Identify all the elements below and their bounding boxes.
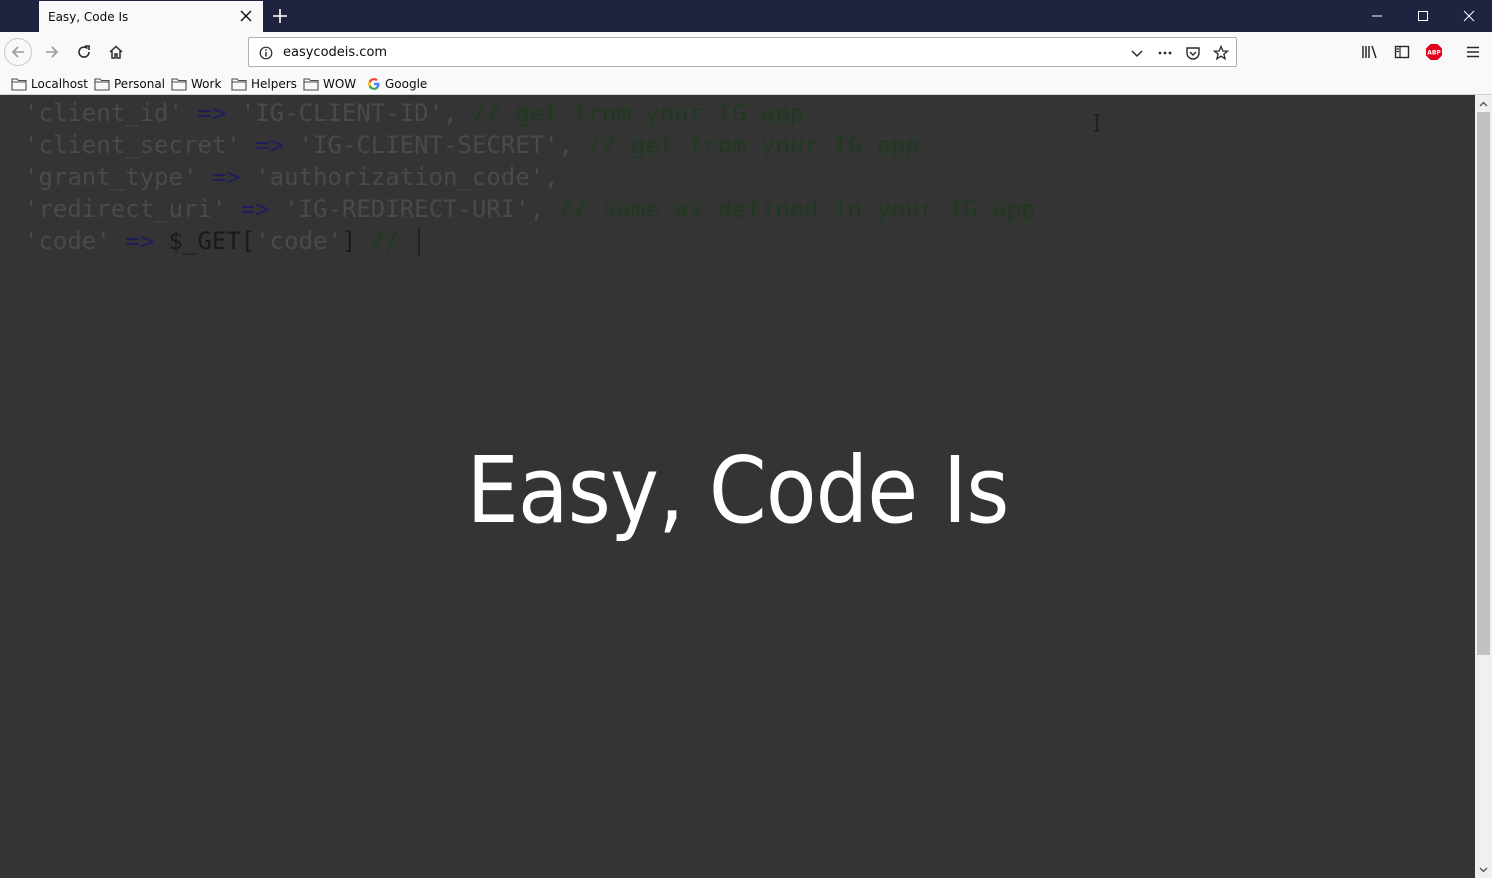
code-line: 'client_id' => 'IG-CLIENT-ID', // get fr… (24, 97, 1035, 129)
code-token: 'IG-REDIRECT-URI' (284, 195, 530, 223)
sidebar-icon[interactable] (1388, 38, 1416, 66)
code-token: => (226, 195, 285, 223)
code-token: 'client_id' (24, 99, 183, 127)
scroll-down-icon[interactable] (1475, 861, 1492, 878)
bookmark-google[interactable]: Google (367, 76, 427, 92)
code-token: 'code' (24, 227, 111, 255)
vertical-scrollbar[interactable] (1475, 95, 1492, 878)
text-cursor-icon (1092, 114, 1102, 132)
typing-caret (418, 228, 421, 256)
new-tab-icon[interactable] (270, 6, 290, 26)
code-token: 'authorization_code' (255, 163, 545, 191)
code-token: => (240, 131, 299, 159)
code-token: // get from your IG app (457, 99, 805, 127)
folder-icon (303, 78, 319, 91)
code-token: 'redirect_uri' (24, 195, 227, 223)
code-line: 'code' => $_GET['code'] // (24, 225, 1035, 257)
code-token: // get from your IG app (573, 131, 920, 159)
code-background: 'client_id' => 'IG-CLIENT-ID', // get fr… (24, 97, 1035, 257)
bookmark-work[interactable]: Work (171, 76, 221, 92)
scroll-thumb[interactable] (1477, 112, 1490, 655)
code-token: 'client_secret' (24, 131, 241, 159)
tab-title: Easy, Code Is (48, 10, 129, 24)
minimize-icon[interactable] (1354, 0, 1400, 32)
close-window-icon[interactable] (1446, 0, 1492, 32)
code-token: , (529, 195, 545, 223)
pocket-icon[interactable] (1184, 44, 1202, 62)
code-token: , (443, 99, 458, 127)
site-info-icon[interactable] (257, 44, 275, 62)
code-token: , (544, 163, 559, 191)
bookmarks-toolbar: Localhost Personal Work Helpers WOW Goog… (0, 72, 1492, 95)
google-icon (368, 78, 380, 90)
page-actions-icon[interactable] (1156, 44, 1174, 62)
code-token: => (197, 163, 256, 191)
title-bar: Easy, Code Is (0, 0, 1492, 32)
code-token: 'code' (255, 227, 342, 255)
folder-icon (11, 78, 27, 91)
tab-close-icon[interactable] (239, 9, 253, 23)
bookmark-label: Work (191, 77, 222, 91)
site-title: Easy, Code Is (466, 437, 1010, 544)
url-text[interactable]: easycodeis.com (283, 45, 387, 60)
adblock-plus-label: ABP (1427, 50, 1441, 57)
forward-icon[interactable] (38, 38, 66, 66)
bookmark-label: Helpers (251, 77, 297, 91)
code-line: 'client_secret' => 'IG-CLIENT-SECRET', /… (24, 129, 1035, 161)
code-token: // (356, 227, 415, 255)
code-token: $_GET[ (168, 227, 256, 255)
code-token: => (110, 227, 169, 255)
code-token: // same as defined in your IG app (544, 195, 1036, 223)
code-token: 'IG-CLIENT-ID' (240, 99, 444, 127)
bookmark-helpers[interactable]: Helpers (231, 76, 297, 92)
chevron-down-icon[interactable] (1128, 44, 1146, 62)
code-token: => (182, 99, 241, 127)
bookmark-label: Google (385, 77, 428, 91)
back-icon[interactable] (4, 38, 32, 66)
code-line: 'grant_type' => 'authorization_code', (24, 161, 1035, 193)
maximize-icon[interactable] (1400, 0, 1446, 32)
code-token: 'grant_type' (24, 163, 198, 191)
home-icon[interactable] (102, 38, 130, 66)
tab-active[interactable]: Easy, Code Is (39, 1, 263, 32)
bookmark-label: WOW (323, 77, 357, 91)
url-bar[interactable]: easycodeis.com (248, 37, 1237, 67)
bookmark-personal[interactable]: Personal (94, 76, 165, 92)
menu-icon[interactable] (1459, 38, 1487, 66)
folder-icon (231, 78, 247, 91)
code-token: , (558, 131, 574, 159)
code-line: 'redirect_uri' => 'IG-REDIRECT-URI', // … (24, 193, 1035, 225)
code-token: 'IG-CLIENT-SECRET' (298, 131, 559, 159)
scroll-up-icon[interactable] (1475, 95, 1492, 112)
bookmark-localhost[interactable]: Localhost (11, 76, 88, 92)
page-content: 'client_id' => 'IG-CLIENT-ID', // get fr… (0, 95, 1475, 878)
folder-icon (94, 78, 110, 91)
library-icon[interactable] (1356, 38, 1384, 66)
bookmark-star-icon[interactable] (1212, 44, 1230, 62)
code-token: ] (341, 227, 357, 255)
bookmark-label: Personal (114, 77, 166, 91)
reload-icon[interactable] (70, 38, 98, 66)
folder-icon (171, 78, 187, 91)
bookmark-wow[interactable]: WOW (303, 76, 356, 92)
bookmark-label: Localhost (31, 77, 89, 91)
adblock-plus-icon[interactable]: ABP (1420, 38, 1448, 66)
